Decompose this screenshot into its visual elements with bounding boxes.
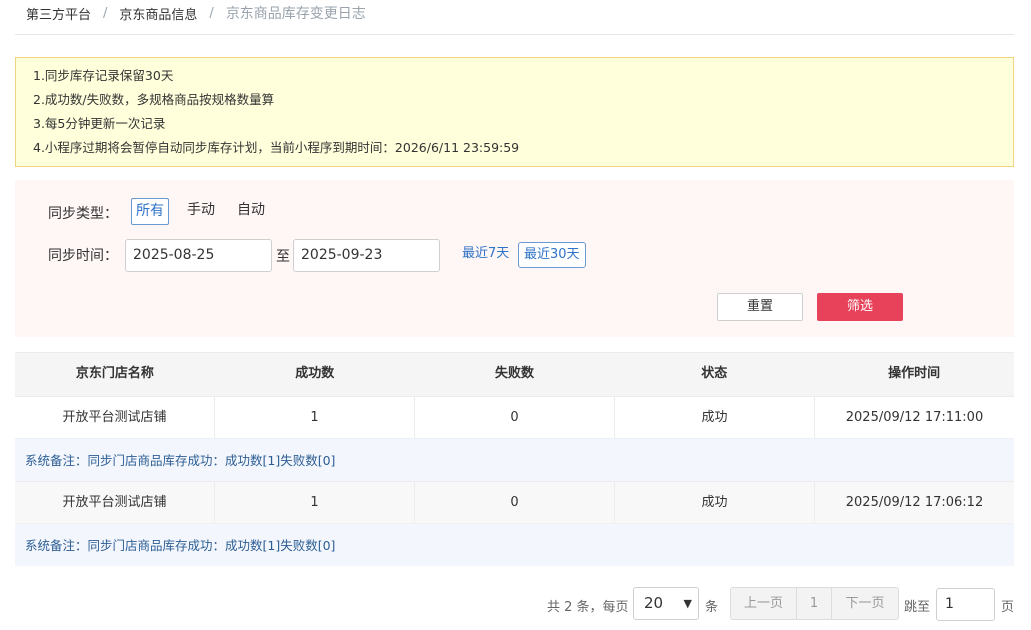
column-header-time: 操作时间 bbox=[888, 366, 941, 381]
sync-type-option-manual[interactable]: 手动 bbox=[183, 198, 219, 225]
sync-log-table: 京东门店名称 成功数 失败数 状态 操作时间 开放平台测试店铺 1 0 成功 2… bbox=[15, 352, 1014, 566]
start-date-input[interactable]: 2025-08-25 bbox=[125, 239, 272, 272]
breadcrumb-item-jd-goods[interactable]: 京东商品信息 bbox=[119, 4, 197, 23]
breadcrumb-item-third-party[interactable]: 第三方平台 bbox=[26, 4, 91, 23]
jump-label: 跳至 bbox=[904, 600, 931, 615]
notice-line: 2.成功数/失败数，多规格商品按规格数量算 bbox=[33, 92, 275, 107]
jump-page-unit: 页 bbox=[1001, 600, 1015, 615]
sync-type-label: 同步类型： bbox=[48, 206, 118, 222]
cell-fail: 0 bbox=[415, 397, 615, 438]
notice-line: 4.小程序过期将会暂停自动同步库存计划，当前小程序到期时间：2026/6/11 … bbox=[33, 140, 520, 155]
page-navigation: 上一页 1 下一页 bbox=[730, 587, 899, 620]
page-size-select[interactable]: 20 ▼ bbox=[633, 587, 699, 620]
column-header-store: 京东门店名称 bbox=[75, 366, 154, 381]
notice-line: 3.每5分钟更新一次记录 bbox=[33, 116, 166, 131]
table-header: 京东门店名称 成功数 失败数 状态 操作时间 bbox=[15, 352, 1014, 396]
pagination-total: 共 2 条，每页 bbox=[547, 600, 629, 615]
column-header-success: 成功数 bbox=[295, 366, 335, 381]
cell-success: 1 bbox=[215, 482, 415, 523]
page-title: 京东商品库存变更日志 bbox=[225, 6, 366, 22]
table-row: 开放平台测试店铺 1 0 成功 2025/09/12 17:11:00 bbox=[15, 396, 1014, 438]
jump-page-input[interactable]: 1 bbox=[936, 588, 995, 621]
sync-time-label: 同步时间： bbox=[48, 248, 118, 264]
table-row: 开放平台测试店铺 1 0 成功 2025/09/12 17:06:12 bbox=[15, 481, 1014, 523]
header-divider bbox=[15, 34, 1014, 35]
cell-status: 成功 bbox=[615, 397, 815, 438]
row-remark: 系统备注：同步门店商品库存成功：成功数[1]失败数[0] bbox=[15, 523, 1014, 566]
column-header-fail: 失败数 bbox=[494, 366, 534, 381]
row-remark: 系统备注：同步门店商品库存成功：成功数[1]失败数[0] bbox=[15, 438, 1014, 481]
column-header-status: 状态 bbox=[701, 366, 728, 381]
prev-page-button[interactable]: 上一页 bbox=[731, 588, 797, 619]
next-page-button[interactable]: 下一页 bbox=[832, 588, 898, 619]
notice-line: 1.同步库存记录保留30天 bbox=[33, 68, 174, 83]
page-size-value: 20 bbox=[644, 594, 664, 612]
cell-success: 1 bbox=[215, 397, 415, 438]
cell-time: 2025/09/12 17:06:12 bbox=[845, 495, 984, 510]
chevron-down-icon: ▼ bbox=[683, 597, 692, 610]
cell-store: 开放平台测试店铺 bbox=[15, 397, 215, 438]
breadcrumb: 第三方平台 / 京东商品信息 / 京东商品库存变更日志 bbox=[26, 4, 366, 23]
breadcrumb-separator: / bbox=[209, 5, 214, 21]
sync-type-option-auto[interactable]: 自动 bbox=[233, 198, 269, 225]
sync-type-option-all[interactable]: 所有 bbox=[131, 198, 169, 225]
current-page-button[interactable]: 1 bbox=[797, 588, 832, 619]
notice-panel: 1.同步库存记录保留30天 2.成功数/失败数，多规格商品按规格数量算 3.每5… bbox=[15, 57, 1014, 167]
last-30-days-button[interactable]: 最近30天 bbox=[518, 242, 586, 268]
last-7-days-button[interactable]: 最近7天 bbox=[457, 242, 514, 268]
cell-fail: 0 bbox=[415, 482, 615, 523]
cell-time: 2025/09/12 17:11:00 bbox=[845, 410, 984, 425]
end-date-input[interactable]: 2025-09-23 bbox=[293, 239, 440, 272]
reset-button[interactable]: 重置 bbox=[717, 293, 803, 321]
breadcrumb-separator: / bbox=[103, 5, 108, 21]
cell-store: 开放平台测试店铺 bbox=[15, 482, 215, 523]
filter-panel: 同步类型： 所有 手动 自动 同步时间： 2025-08-25 至 2025-0… bbox=[15, 180, 1014, 337]
page-size-unit: 条 bbox=[705, 600, 719, 615]
date-range-separator: 至 bbox=[276, 249, 290, 265]
cell-status: 成功 bbox=[615, 482, 815, 523]
filter-button[interactable]: 筛选 bbox=[817, 293, 903, 321]
